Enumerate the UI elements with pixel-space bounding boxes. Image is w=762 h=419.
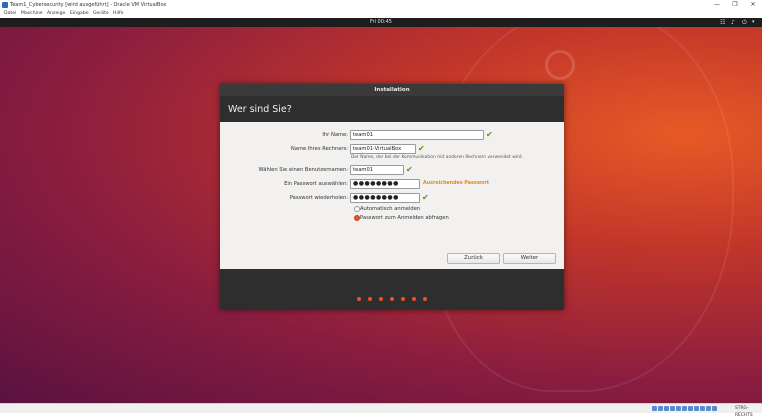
menu-hilfe[interactable]: Hilfe (113, 11, 123, 17)
page-title: Wer sind Sie? (228, 104, 292, 115)
progress-dot (412, 297, 416, 301)
progress-dot (390, 297, 394, 301)
installer-dialog: Installation Wer sind Sie? Ihr Name: tea… (220, 84, 564, 310)
computer-hint: Der Name, der bei der Kommunikation mit … (351, 155, 523, 160)
gnome-top-bar: Fri 00:45 ☷ ♪ ⏻ ▾ (0, 18, 762, 27)
recording-icon[interactable] (694, 406, 699, 411)
usb-icon[interactable] (676, 406, 681, 411)
shared-folder-icon[interactable] (682, 406, 687, 411)
name-label: Ihr Name: (322, 132, 348, 138)
mouse-icon[interactable] (706, 406, 711, 411)
name-field[interactable]: team01 (350, 130, 484, 140)
computer-check-icon: ✔ (418, 144, 425, 153)
password-repeat-field[interactable]: ●●●●●●●● (350, 193, 420, 203)
password-field[interactable]: ●●●●●●●● (350, 179, 420, 189)
progress-dot (357, 297, 361, 301)
maximize-button[interactable]: ❐ (726, 1, 744, 9)
optical-drive-icon[interactable] (658, 406, 663, 411)
username-field[interactable]: team01 (350, 165, 404, 175)
audio-icon[interactable] (664, 406, 669, 411)
progress-dots (220, 286, 564, 305)
back-button[interactable]: Zurück (447, 253, 500, 264)
auto-login-label[interactable]: Automatisch anmelden (360, 206, 420, 212)
hdd-icon[interactable] (652, 406, 657, 411)
network-adapter-icon[interactable] (670, 406, 675, 411)
minimize-button[interactable]: — (708, 1, 726, 9)
host-title-bar: Team1_Cybersecurity [wird ausgeführt] - … (0, 0, 762, 10)
cpu-icon[interactable] (700, 406, 705, 411)
clock[interactable]: Fri 00:45 (0, 19, 762, 26)
display-icon[interactable] (688, 406, 693, 411)
username-check-icon: ✔ (406, 165, 413, 174)
virtualbox-logo-icon (2, 2, 8, 8)
menu-anzeige[interactable]: Anzeige (47, 11, 65, 17)
progress-dot (368, 297, 372, 301)
password-repeat-check-icon: ✔ (422, 193, 429, 202)
dialog-title: Installation (220, 84, 564, 96)
menu-maschine[interactable]: Maschine (21, 11, 43, 17)
host-key-label: STRG-RECHTS (735, 406, 753, 418)
close-button[interactable]: ✕ (744, 1, 762, 9)
password-strength: Ausreichendes Passwort (423, 181, 490, 186)
progress-dot (379, 297, 383, 301)
chevron-down-icon[interactable]: ▾ (752, 19, 755, 26)
volume-icon[interactable]: ♪ (731, 19, 735, 26)
computer-label: Name Ihres Rechners: (290, 146, 348, 152)
keyboard-icon[interactable] (712, 406, 717, 411)
progress-dot (423, 297, 427, 301)
wallpaper-eye (545, 50, 575, 80)
computer-name-field[interactable]: team01-VirtualBox (350, 144, 416, 154)
progress-dot (401, 297, 405, 301)
password-label: Ein Passwort auswählen: (284, 181, 348, 187)
username-label: Wählen Sie einen Benutzernamen: (258, 167, 348, 173)
host-window-title: Team1_Cybersecurity [wird ausgeführt] - … (10, 2, 167, 8)
menu-datei[interactable]: Datei (4, 11, 16, 17)
name-check-icon: ✔ (486, 130, 493, 139)
host-menu-bar: Datei Maschine Anzeige Eingabe Geräte Hi… (0, 10, 762, 18)
power-icon[interactable]: ⏻ (742, 19, 747, 26)
form-panel: Ihr Name: team01 ✔ Name Ihres Rechners: … (220, 122, 564, 269)
next-button[interactable]: Weiter (503, 253, 556, 264)
guest-desktop: Fri 00:45 ☷ ♪ ⏻ ▾ Installation Wer sind … (0, 18, 762, 403)
require-password-label[interactable]: Passwort zum Anmelden abfragen (360, 215, 449, 221)
password-repeat-label: Passwort wiederholen: (289, 195, 348, 201)
menu-geraete[interactable]: Geräte (93, 11, 109, 17)
menu-eingabe[interactable]: Eingabe (70, 11, 89, 17)
network-icon[interactable]: ☷ (720, 19, 725, 26)
